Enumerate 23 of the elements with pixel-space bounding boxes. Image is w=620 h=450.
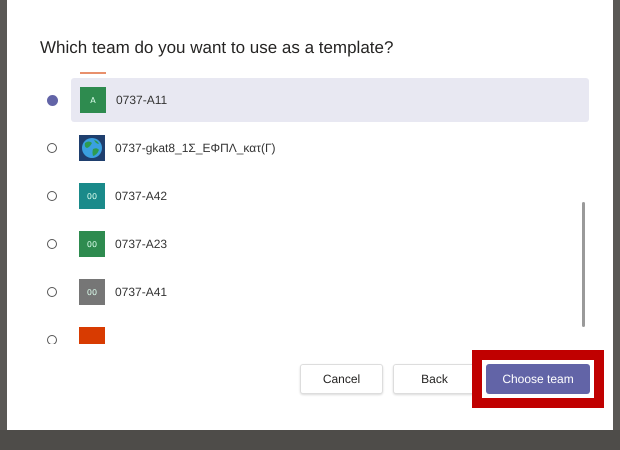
team-name: 0737-A42 — [115, 189, 168, 203]
team-avatar: A — [80, 87, 106, 113]
dialog-button[interactable]: Cancel — [300, 364, 383, 394]
team-avatar: 00 — [79, 231, 105, 257]
team-avatar: 00 — [79, 279, 105, 305]
team-avatar: 00 — [79, 183, 105, 209]
team-option[interactable]: 00 0737-A42 — [47, 174, 589, 218]
radio-button[interactable] — [47, 94, 58, 106]
radio-button[interactable] — [47, 191, 57, 201]
radio-button[interactable] — [47, 143, 57, 153]
team-option[interactable]: 00 0737-A41 — [47, 270, 589, 314]
team-option[interactable]: 0737-gkat8_1Σ_ΕΦΠΛ_κατ(Γ) — [47, 126, 589, 170]
team-name: 0737-gkat8_1Σ_ΕΦΠΛ_κατ(Γ) — [115, 141, 276, 155]
radio-button[interactable] — [47, 287, 57, 297]
radio-button[interactable] — [47, 239, 57, 249]
team-option[interactable]: 00 0737-A23 — [47, 222, 589, 266]
team-name: 0737-A23 — [115, 237, 168, 251]
team-name: 0737-A41 — [115, 285, 168, 299]
radio-button[interactable] — [47, 335, 57, 344]
team-name: 0737-A11 — [116, 93, 168, 107]
dialog-button[interactable]: Choose team — [486, 364, 590, 394]
scrollbar-thumb[interactable] — [582, 202, 585, 327]
dialog-title: Which team do you want to use as a template? — [40, 38, 394, 58]
